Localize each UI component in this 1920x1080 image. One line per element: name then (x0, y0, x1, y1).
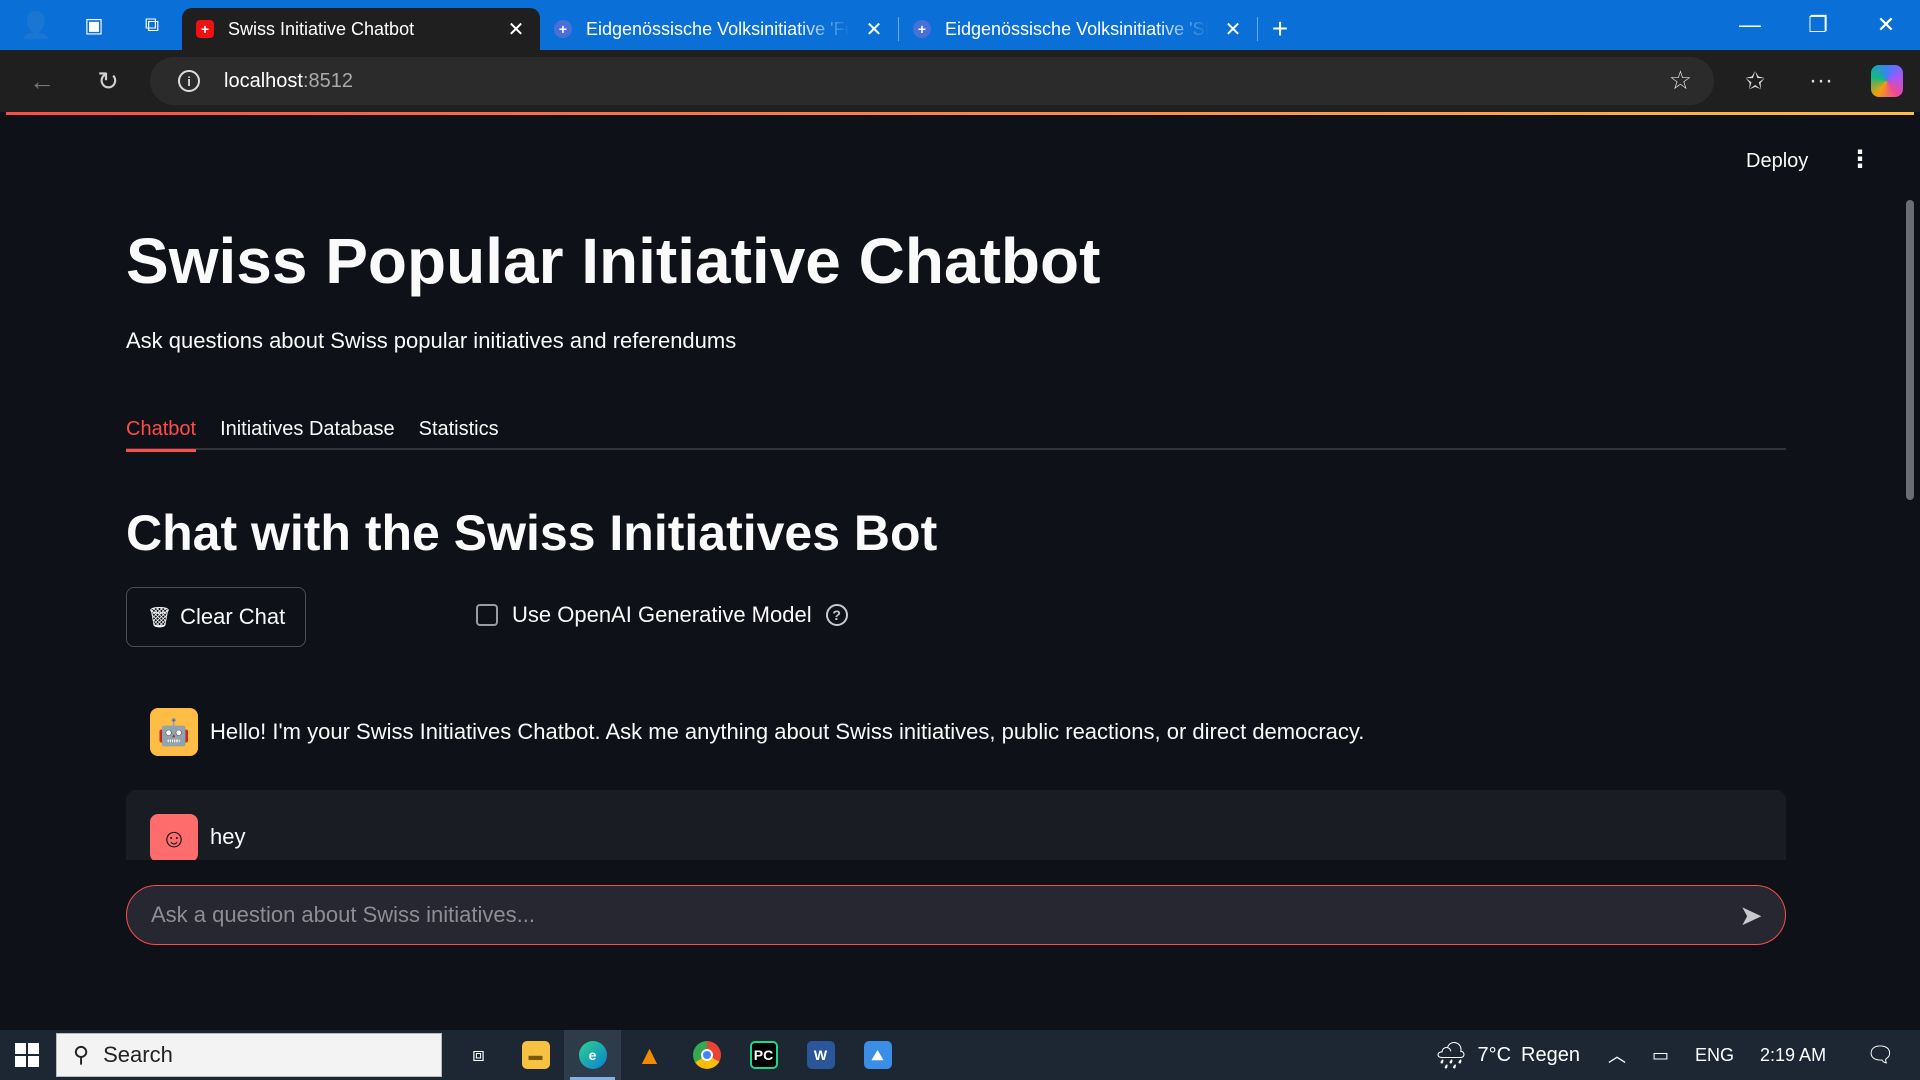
tab-statistics[interactable]: Statistics (419, 402, 499, 450)
message-text: Hello! I'm your Swiss Initiatives Chatbo… (210, 719, 1365, 744)
admin-ch-icon: + (554, 20, 572, 38)
browser-toolbar: ← ↻ i localhost:8512 ☆ ✩ ··· (0, 50, 1920, 112)
clear-chat-button[interactable]: 🗑 Clear Chat (126, 587, 306, 647)
browser-tab-active[interactable]: + Swiss Initiative Chatbot ✕ (182, 8, 540, 50)
tab-initiatives-database[interactable]: Initiatives Database (220, 402, 395, 450)
browser-tab[interactable]: + Eidgenössische Volksinitiative 'Sta ✕ (899, 8, 1257, 50)
page-subtitle: Ask questions about Swiss popular initia… (126, 328, 737, 353)
chrome-icon[interactable] (678, 1030, 735, 1080)
clear-chat-label: Clear Chat (180, 604, 286, 629)
task-view-icon[interactable]: ⧈ (450, 1030, 507, 1080)
window-controls: — ❐ ✕ (1716, 0, 1920, 50)
star-icon[interactable]: ☆ (1669, 65, 1692, 96)
weather-temp: 7°C (1477, 1043, 1512, 1066)
address-bar[interactable]: i localhost:8512 ☆ (150, 57, 1714, 105)
site-info-icon[interactable]: i (178, 70, 200, 92)
chat-input-field[interactable] (127, 902, 1729, 928)
chat-input[interactable]: ➤ (126, 885, 1786, 945)
photos-icon[interactable]: ⛰ (849, 1030, 906, 1080)
edge-browser-icon[interactable]: e (564, 1030, 621, 1080)
tab-actions-icon[interactable]: ⧉ (130, 7, 174, 43)
workspaces-icon[interactable]: ▣ (72, 7, 116, 43)
rain-cloud-icon: 🌧 (1434, 1039, 1468, 1070)
notification-icon[interactable]: 🗨 (1866, 1042, 1894, 1068)
back-button[interactable]: ← (14, 57, 70, 105)
taskbar-search[interactable]: ⚲ Search (56, 1033, 442, 1077)
streamlit-header-decoration (6, 112, 1914, 115)
vlc-icon[interactable]: ▲ (621, 1030, 678, 1080)
deploy-button[interactable]: Deploy (1746, 150, 1808, 173)
send-icon[interactable]: ➤ (1729, 893, 1773, 937)
chevron-up-icon[interactable]: ︿ (1608, 1042, 1626, 1068)
close-icon[interactable]: ✕ (864, 17, 884, 42)
page-title: Swiss Popular Initiative Chatbot (126, 225, 1101, 297)
browser-tab[interactable]: + Eidgenössische Volksinitiative 'Für ✕ (540, 8, 898, 50)
streamlit-page: Deploy ⋮ Swiss Popular Initiative Chatbo… (6, 112, 1914, 1030)
copilot-icon[interactable] (1854, 57, 1920, 105)
weather-widget[interactable]: 🌧 7°C Regen (1434, 1040, 1580, 1071)
system-tray: 🌧 7°C Regen ︿ ▭ ENG 2:19 AM 🗨 (1434, 1030, 1920, 1080)
refresh-button[interactable]: ↻ (80, 57, 136, 105)
openai-option: Use OpenAI Generative Model ? (476, 602, 848, 628)
tab-title: Eidgenössische Volksinitiative 'Für (586, 18, 850, 39)
windows-logo-icon (15, 1043, 39, 1067)
start-button[interactable] (0, 1030, 54, 1080)
minimize-button[interactable]: — (1716, 0, 1784, 50)
more-options-icon[interactable]: ··· (1788, 57, 1854, 105)
pycharm-icon[interactable]: PC (735, 1030, 792, 1080)
admin-ch-icon: + (913, 20, 931, 38)
scrollbar[interactable] (1906, 200, 1914, 500)
word-icon[interactable]: W (792, 1030, 849, 1080)
section-heading: Chat with the Swiss Initiatives Bot (126, 505, 938, 561)
tab-title: Eidgenössische Volksinitiative 'Sta (945, 18, 1209, 39)
chat-message-assistant: 🤖 Hello! I'm your Swiss Initiatives Chat… (126, 692, 1786, 772)
language-indicator[interactable]: ENG (1695, 1045, 1734, 1066)
new-tab-button[interactable]: + (1258, 8, 1302, 50)
user-face-icon: ☺ (150, 814, 198, 862)
close-window-button[interactable]: ✕ (1852, 0, 1920, 50)
taskbar-apps: ⧈ ▬ e ▲ PC W ⛰ (450, 1030, 906, 1080)
trash-icon: 🗑 (146, 606, 173, 629)
restore-button[interactable]: ❐ (1784, 0, 1852, 50)
battery-icon[interactable]: ▭ (1652, 1045, 1669, 1066)
profile-avatar-icon[interactable]: 👤 (14, 7, 58, 43)
message-text: hey (210, 824, 246, 849)
favorites-icon[interactable]: ✩ (1722, 57, 1788, 105)
search-icon: ⚲ (73, 1042, 90, 1067)
close-icon[interactable]: ✕ (1223, 17, 1243, 42)
browser-titlebar: 👤 ▣ ⧉ + Swiss Initiative Chatbot ✕ + Eid… (0, 0, 1920, 50)
openai-checkbox[interactable] (476, 604, 498, 626)
file-explorer-icon[interactable]: ▬ (507, 1030, 564, 1080)
windows-taskbar: ⚲ Search ⧈ ▬ e ▲ PC W ⛰ 🌧 7°C Regen ︿ ▭ … (0, 1030, 1920, 1080)
openai-checkbox-label[interactable]: Use OpenAI Generative Model (512, 602, 812, 628)
help-icon[interactable]: ? (825, 604, 848, 626)
close-icon[interactable]: ✕ (506, 17, 526, 42)
clock[interactable]: 2:19 AM (1760, 1045, 1826, 1066)
main-menu-icon[interactable]: ⋮ (1848, 148, 1872, 172)
robot-icon: 🤖 (150, 708, 198, 756)
app-tabs: Chatbot Initiatives Database Statistics (126, 402, 1786, 452)
swiss-flag-icon: + (196, 20, 214, 38)
tab-title: Swiss Initiative Chatbot (228, 18, 415, 39)
weather-desc: Regen (1521, 1043, 1580, 1066)
tab-strip: + Swiss Initiative Chatbot ✕ + Eidgenöss… (182, 8, 1302, 50)
search-placeholder: Search (103, 1042, 173, 1067)
url-text: localhost:8512 (224, 69, 353, 92)
tab-chatbot[interactable]: Chatbot (126, 402, 197, 452)
